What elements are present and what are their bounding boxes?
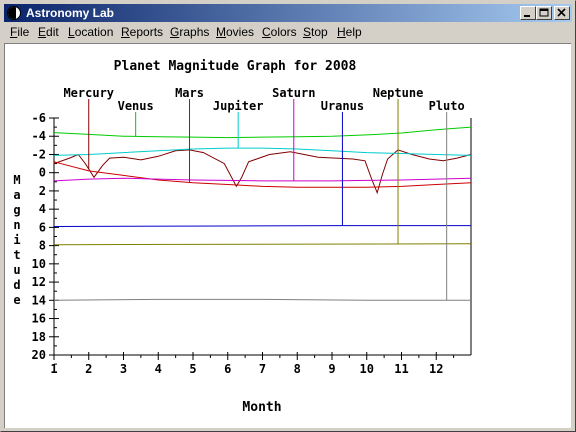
pluto-series-line	[53, 298, 471, 301]
y-axis-label-letter: d	[13, 278, 20, 292]
jupiter-label: Jupiter	[213, 99, 264, 113]
x-tick-label: 4	[155, 362, 162, 376]
saturn-series-line	[53, 177, 472, 182]
y-axis-label: Magnitude	[13, 173, 20, 307]
x-tick-label: 7	[259, 362, 266, 376]
neptune-label: Neptune	[373, 86, 424, 100]
moon-app-icon[interactable]	[7, 6, 21, 20]
maximize-button[interactable]	[536, 6, 552, 20]
maximize-icon	[539, 8, 549, 17]
planet-labels: Mercury Venus Mars Jupiter Saturn Uranus Neptu…	[63, 86, 465, 301]
menu-file[interactable]: File	[10, 25, 29, 39]
x-tick-label: 12	[429, 362, 443, 376]
x-tick-label: 6	[224, 362, 231, 376]
y-tick-label: 20	[32, 348, 46, 362]
x-tick-label: 3	[120, 362, 127, 376]
menu-stop[interactable]: Stop	[303, 25, 328, 39]
menu-bar: File Edit Location Reports Graphs Movies…	[4, 23, 572, 42]
uranus-series-line	[53, 225, 471, 227]
chart-title: Planet Magnitude Graph for 2008	[114, 59, 357, 74]
y-axis-label-letter: t	[13, 248, 20, 262]
y-tick-label: -2	[32, 147, 46, 161]
mercury-label: Mercury	[63, 86, 114, 100]
neptune-series-line	[53, 243, 472, 246]
y-tick-label: 12	[32, 275, 46, 289]
app-window: Astronomy Lab File Edit Location Reports…	[0, 0, 576, 432]
minimize-button[interactable]	[520, 6, 536, 20]
pluto-label: Pluto	[429, 99, 465, 113]
venus-series-line	[53, 126, 472, 139]
menu-help[interactable]: Help	[337, 25, 362, 39]
menu-graphs[interactable]: Graphs	[170, 25, 209, 39]
menu-reports[interactable]: Reports	[121, 25, 163, 39]
x-tick-label: 2	[85, 362, 92, 376]
y-tick-label: 2	[39, 184, 46, 198]
saturn-label: Saturn	[272, 86, 315, 100]
y-axis-label-letter: g	[13, 203, 20, 217]
y-tick-label: 8	[39, 239, 46, 253]
x-tick-label: 5	[189, 362, 196, 376]
menu-location[interactable]: Location	[68, 25, 113, 39]
x-tick-label: 11	[394, 362, 408, 376]
x-tick-label: 10	[360, 362, 374, 376]
y-tick-label: 0	[39, 166, 46, 180]
graph-canvas: Planet Magnitude Graph for 2008 Month Ma…	[4, 43, 571, 428]
magnitude-chart: Planet Magnitude Graph for 2008 Month Ma…	[13, 59, 472, 415]
y-tick-label: 10	[32, 257, 46, 271]
y-tick-label: 18	[32, 330, 46, 344]
uranus-label: Uranus	[321, 99, 364, 113]
window-title: Astronomy Lab	[26, 6, 115, 20]
y-axis-label-letter: M	[13, 173, 20, 187]
y-tick-label: 4	[39, 202, 46, 216]
close-button[interactable]	[554, 6, 570, 20]
x-axis-label: Month	[242, 400, 281, 415]
menu-edit[interactable]: Edit	[38, 25, 59, 39]
series-lines	[53, 126, 472, 301]
jupiter-series-line	[53, 147, 472, 156]
minimize-icon	[524, 15, 530, 17]
close-icon	[557, 8, 566, 17]
venus-label: Venus	[118, 99, 154, 113]
y-tick-label: 6	[39, 220, 46, 234]
y-axis-label-letter: u	[13, 263, 20, 277]
x-tick-label: 9	[328, 362, 335, 376]
menu-colors[interactable]: Colors	[262, 25, 297, 39]
title-bar[interactable]: Astronomy Lab	[4, 4, 572, 22]
y-tick-label: 16	[32, 312, 46, 326]
y-axis-label-letter: n	[13, 218, 20, 232]
y-axis-label-letter: i	[13, 233, 20, 247]
y-tick-label: -4	[32, 129, 46, 143]
y-tick-label: -6	[32, 111, 46, 125]
x-tick-label: 8	[294, 362, 301, 376]
x-tick-label: 1	[50, 362, 57, 376]
mars-series-line	[53, 161, 472, 188]
menu-movies[interactable]: Movies	[216, 25, 254, 39]
mars-label: Mars	[175, 86, 204, 100]
y-axis-label-letter: a	[13, 188, 20, 202]
y-tick-label: 14	[32, 293, 46, 307]
y-axis-label-letter: e	[13, 293, 20, 307]
